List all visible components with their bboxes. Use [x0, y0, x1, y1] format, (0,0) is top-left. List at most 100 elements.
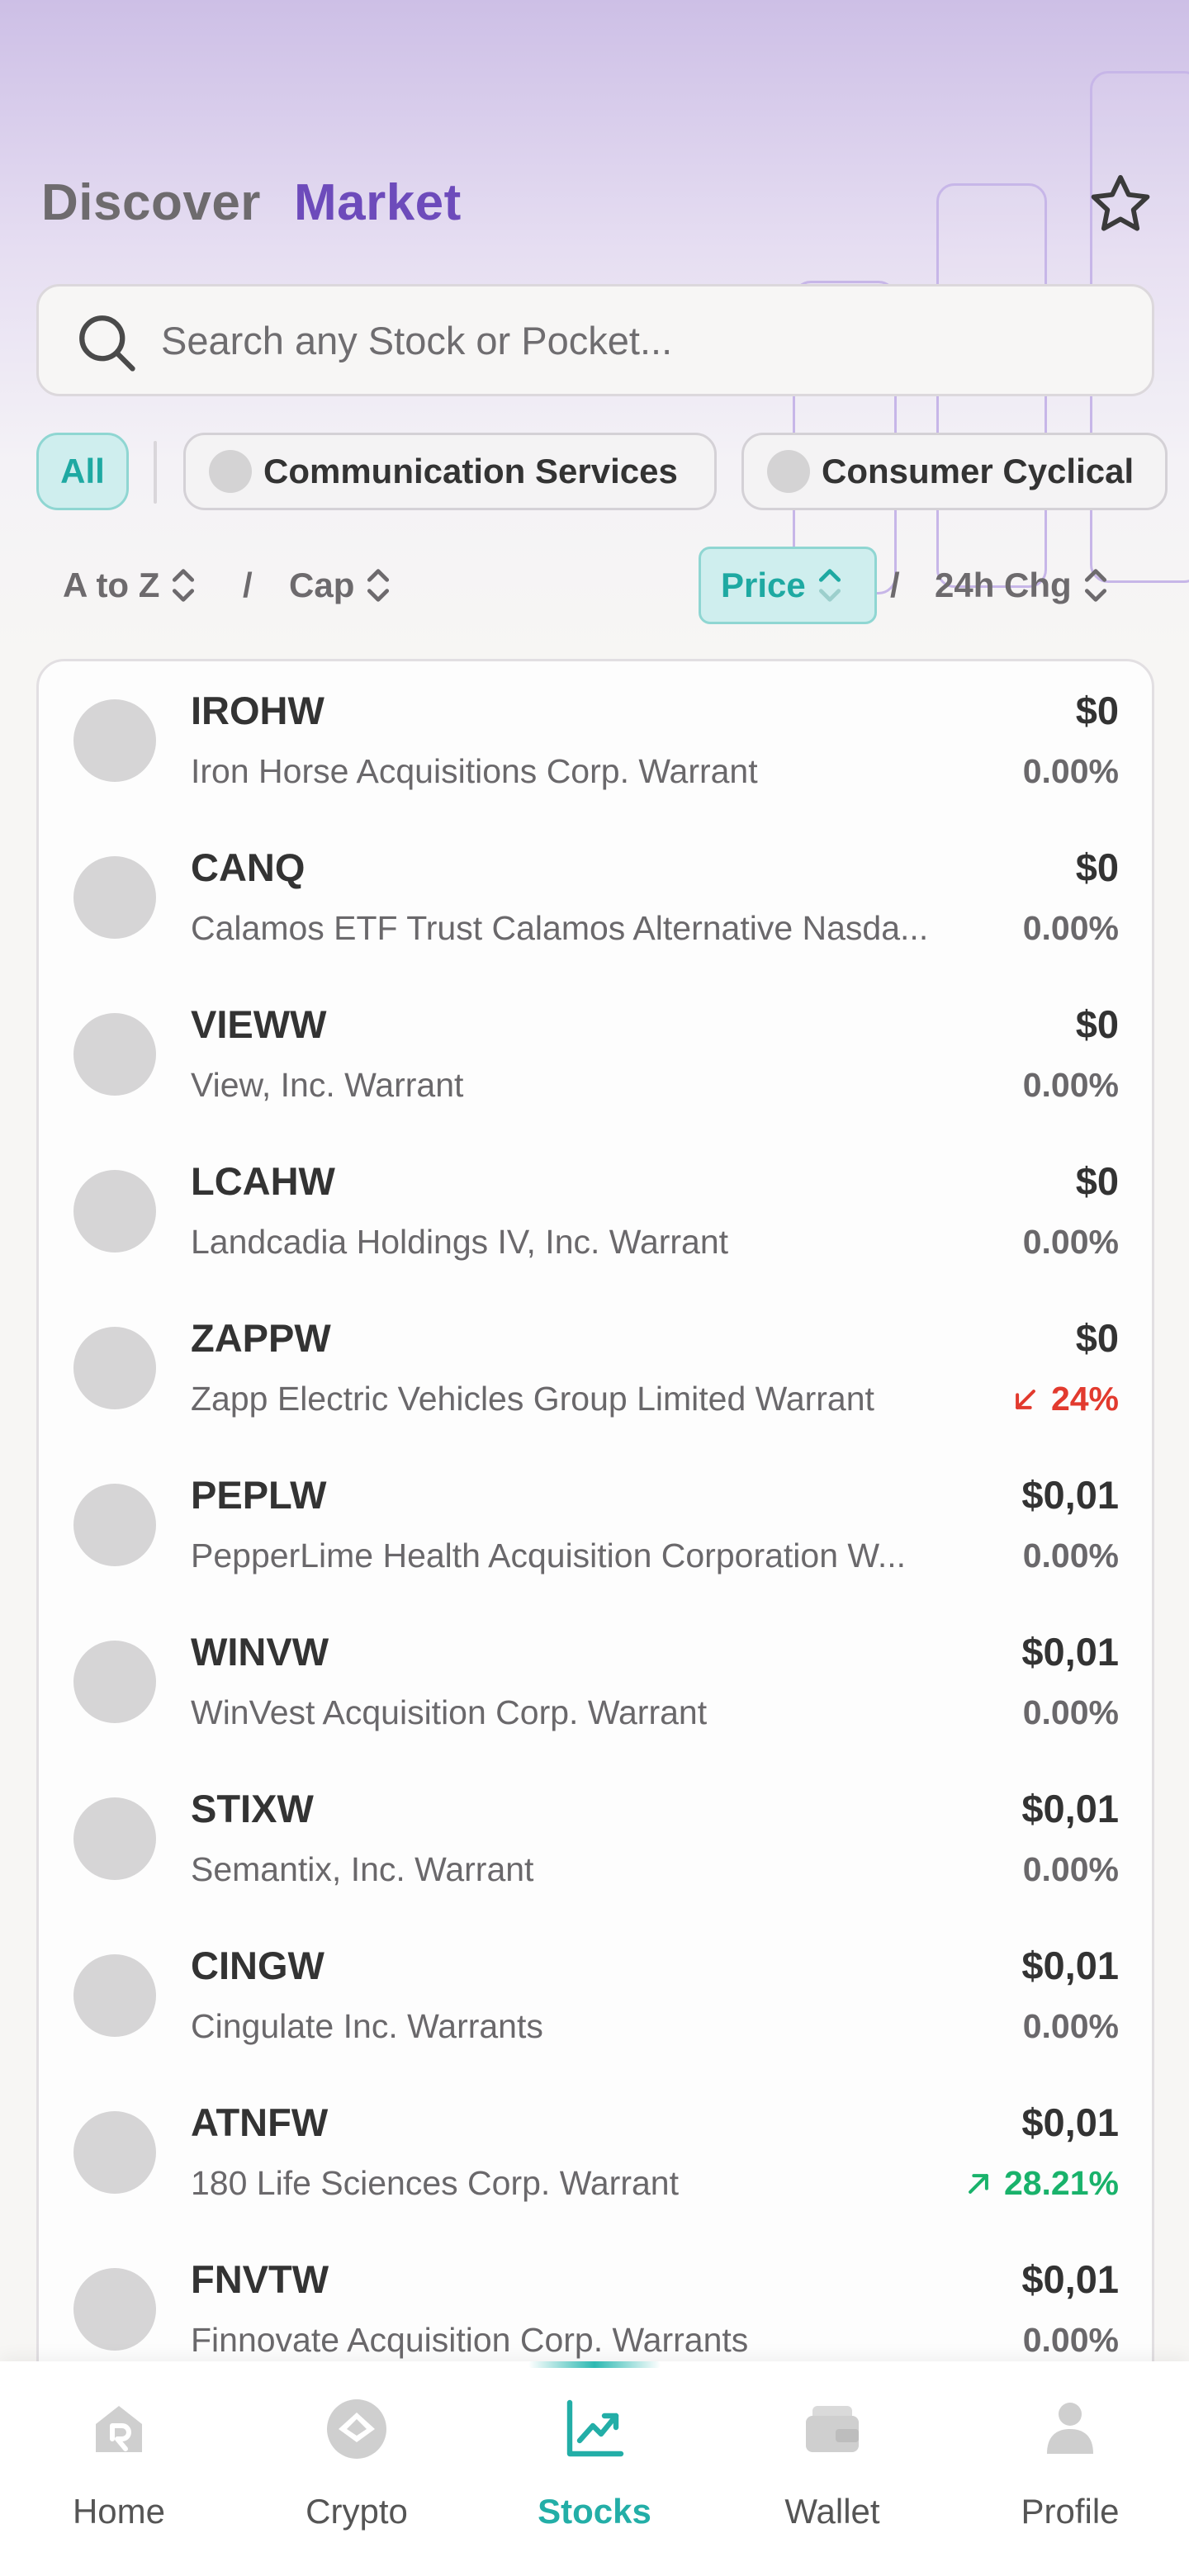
- active-tab-indicator: [528, 2361, 661, 2368]
- change-value: 0.00%: [1022, 1693, 1119, 1731]
- stock-ticker: LCAHW: [191, 1159, 335, 1203]
- sort-price[interactable]: Price: [699, 547, 877, 624]
- stock-price: $0,01: [1021, 2257, 1119, 2301]
- sort-label: A to Z: [63, 566, 160, 604]
- stock-list: IROHW Iron Horse Acquisitions Corp. Warr…: [36, 659, 1154, 2393]
- tab-crypto[interactable]: Crypto: [238, 2378, 476, 2559]
- sort-label: Cap: [289, 566, 355, 604]
- wallet-icon: [806, 2406, 859, 2452]
- tab-home[interactable]: Home: [0, 2378, 238, 2559]
- change-value: 0.00%: [1022, 1066, 1119, 1104]
- arrow-up-right-icon: [969, 2173, 988, 2194]
- search-input[interactable]: [161, 286, 1135, 394]
- stock-name: WinVest Acquisition Corp. Warrant: [191, 1693, 708, 1731]
- stock-ticker: CANQ: [191, 845, 306, 889]
- category-icon: [209, 450, 252, 493]
- stock-name: Semantix, Inc. Warrant: [191, 1850, 534, 1888]
- tab-label: Crypto: [306, 2492, 408, 2531]
- stock-ticker: PEPLW: [191, 1473, 327, 1517]
- stock-row[interactable]: LCAHW Landcadia Holdings IV, Inc. Warran…: [39, 1132, 1152, 1289]
- tab-label: Stocks: [538, 2492, 651, 2531]
- stock-logo: [73, 1013, 156, 1096]
- tab-stocks[interactable]: Stocks: [476, 2378, 713, 2559]
- home-icon: [96, 2406, 142, 2452]
- stock-logo: [73, 1170, 156, 1252]
- stock-change: 28.21%: [964, 2164, 1119, 2203]
- filter-chip-all[interactable]: All: [36, 433, 129, 510]
- stock-name: Landcadia Holdings IV, Inc. Warrant: [191, 1223, 729, 1261]
- search-bar[interactable]: [36, 284, 1154, 396]
- bottom-tab-bar: Home Crypto Stocks Wallet Profile: [0, 2361, 1189, 2576]
- stock-price: $0,01: [1021, 1787, 1119, 1830]
- tab-wallet[interactable]: Wallet: [713, 2378, 951, 2559]
- stock-change: 0.00%: [1023, 909, 1119, 948]
- star-icon[interactable]: [1087, 170, 1154, 238]
- stock-row[interactable]: ZAPPW Zapp Electric Vehicles Group Limit…: [39, 1289, 1152, 1446]
- stock-logo: [73, 1954, 156, 2037]
- stock-price: $0: [1075, 1316, 1119, 1360]
- tab-profile[interactable]: Profile: [951, 2378, 1189, 2559]
- sort-separator: /: [890, 566, 900, 604]
- stock-row[interactable]: IROHW Iron Horse Acquisitions Corp. Warr…: [39, 661, 1152, 818]
- profile-icon: [1047, 2403, 1093, 2454]
- tab-discover[interactable]: Discover: [41, 173, 261, 232]
- filter-chip-communication-services[interactable]: Communication Services: [183, 433, 717, 510]
- chevron-up-down-icon: [1084, 569, 1106, 602]
- change-value: 0.00%: [1022, 1223, 1119, 1261]
- chevron-up-down-icon: [367, 569, 390, 602]
- sort-separator: /: [243, 566, 253, 604]
- stock-price: $0,01: [1021, 1473, 1119, 1517]
- stock-price: $0,01: [1021, 1944, 1119, 1987]
- stock-name: Finnovate Acquisition Corp. Warrants: [191, 2321, 749, 2359]
- change-value: 24%: [1050, 1380, 1119, 1418]
- sort-label: Price: [721, 566, 806, 604]
- stock-price: $0: [1075, 689, 1119, 732]
- stock-change: 0.00%: [1023, 1223, 1119, 1262]
- stock-change: 0.00%: [1023, 1066, 1119, 1105]
- divider: [154, 441, 157, 504]
- stock-ticker: IROHW: [191, 689, 324, 732]
- stock-ticker: WINVW: [191, 1630, 329, 1674]
- page-header: Discover Market: [41, 165, 462, 239]
- stock-row[interactable]: CINGW Cingulate Inc. Warrants $0,01 0.00…: [39, 1916, 1152, 2073]
- change-value: 0.00%: [1022, 2321, 1119, 2359]
- chevron-up-down-icon: [818, 569, 841, 602]
- chevron-up-down-icon: [173, 569, 195, 602]
- sort-cap[interactable]: Cap: [289, 547, 392, 624]
- stock-price: $0: [1075, 1159, 1119, 1203]
- change-value: 0.00%: [1022, 1537, 1119, 1574]
- stock-name: PepperLime Health Acquisition Corporatio…: [191, 1537, 907, 1574]
- stock-row[interactable]: PEPLW PepperLime Health Acquisition Corp…: [39, 1446, 1152, 1603]
- change-value: 0.00%: [1022, 909, 1119, 947]
- stock-row[interactable]: VIEWW View, Inc. Warrant $0 0.00%: [39, 975, 1152, 1132]
- stock-price: $0: [1075, 1002, 1119, 1046]
- tab-market[interactable]: Market: [294, 173, 462, 232]
- stock-row[interactable]: CANQ Calamos ETF Trust Calamos Alternati…: [39, 818, 1152, 975]
- change-value: 0.00%: [1022, 2007, 1119, 2045]
- stock-ticker: CINGW: [191, 1944, 324, 1987]
- tab-label: Home: [72, 2492, 166, 2531]
- search-icon: [79, 315, 135, 372]
- stock-logo: [73, 1797, 156, 1880]
- stock-row[interactable]: STIXW Semantix, Inc. Warrant $0,01 0.00%: [39, 1759, 1152, 1916]
- stock-ticker: VIEWW: [191, 1002, 327, 1046]
- stock-name: Zapp Electric Vehicles Group Limited War…: [191, 1380, 874, 1418]
- sort-a-to-z[interactable]: A to Z: [63, 547, 197, 624]
- stock-name: View, Inc. Warrant: [191, 1066, 464, 1104]
- category-icon: [767, 450, 810, 493]
- change-value: 0.00%: [1022, 752, 1119, 790]
- filter-chip-label: Consumer Cyclical: [822, 452, 1135, 490]
- stock-change: 0.00%: [1023, 1850, 1119, 1889]
- filter-chip-consumer-cyclical[interactable]: Consumer Cyclical: [741, 433, 1168, 510]
- stock-name: 180 Life Sciences Corp. Warrant: [191, 2164, 679, 2202]
- sort-24h-change[interactable]: 24h Chg: [935, 547, 1110, 624]
- stock-change: 0.00%: [1023, 2007, 1119, 2046]
- stock-row[interactable]: WINVW WinVest Acquisition Corp. Warrant …: [39, 1603, 1152, 1759]
- stock-name: Calamos ETF Trust Calamos Alternative Na…: [191, 909, 929, 947]
- stock-change: 0.00%: [1023, 1537, 1119, 1575]
- stock-change: 0.00%: [1023, 752, 1119, 791]
- stock-price: $0,01: [1021, 1630, 1119, 1674]
- stock-change: 24%: [1011, 1380, 1119, 1418]
- stock-logo: [73, 856, 156, 939]
- stock-row[interactable]: ATNFW 180 Life Sciences Corp. Warrant $0…: [39, 2073, 1152, 2230]
